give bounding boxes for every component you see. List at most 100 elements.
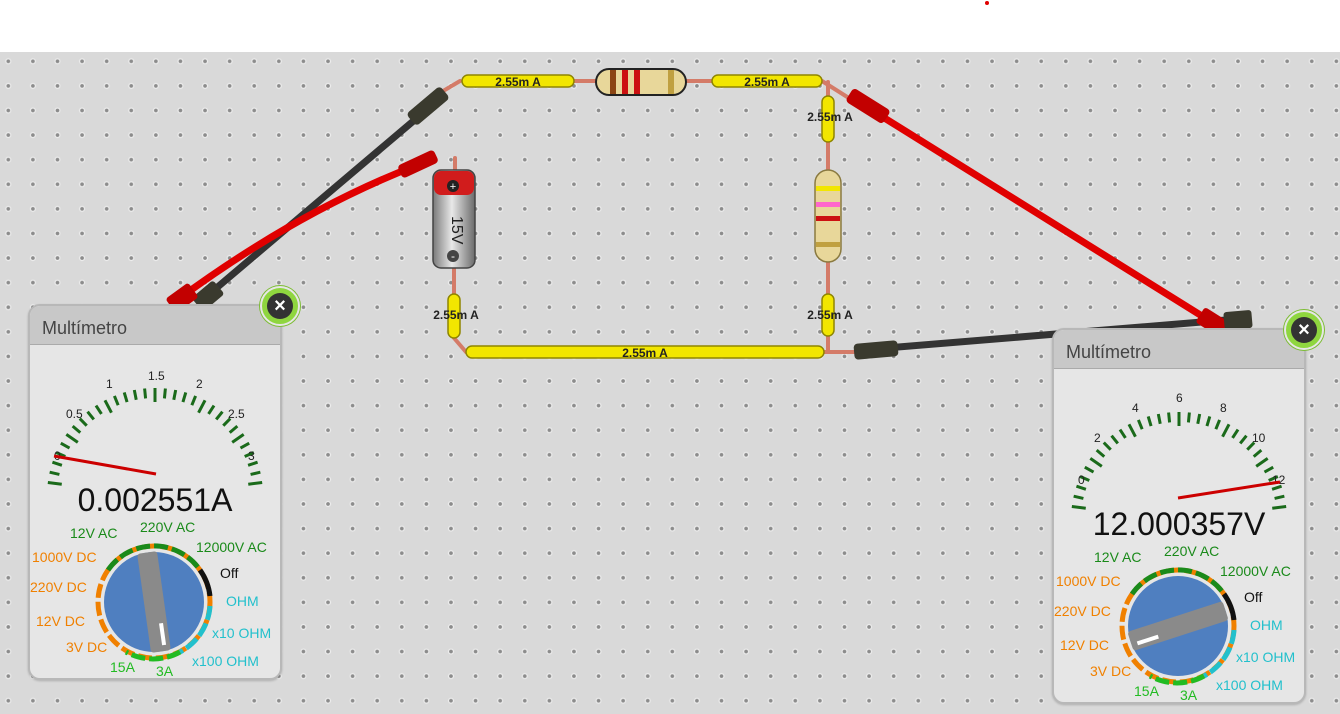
dial-tick: [1089, 457, 1103, 468]
battery-voltage: 15V: [448, 216, 465, 245]
dial-tick: [1137, 419, 1144, 430]
range-label[interactable]: 12V DC: [1060, 637, 1109, 653]
dial-tick: [1221, 423, 1231, 438]
close-multimeter-button[interactable]: ×: [260, 286, 300, 326]
range-label[interactable]: 15A: [1134, 683, 1160, 699]
scale-label: 3: [248, 449, 255, 463]
probe-cable-black[interactable]: [203, 108, 428, 300]
dial-tick: [162, 388, 167, 399]
dial-tick: [71, 424, 82, 434]
range-label[interactable]: OHM: [1250, 617, 1283, 633]
dial-tick: [181, 392, 188, 403]
range-label[interactable]: 12V DC: [36, 613, 85, 629]
wire-current-label: 2.55m A: [495, 75, 541, 89]
scale-label: 10: [1252, 431, 1266, 445]
scale-label: 2.5: [228, 407, 245, 421]
multimeter-right[interactable]: Multímetro 0 2 4 6 8 10 12 1000V DC 220V…: [1052, 328, 1306, 704]
range-label[interactable]: 220V DC: [30, 579, 87, 595]
battery-minus: -: [451, 249, 455, 263]
probe-cable-red[interactable]: [176, 160, 424, 302]
meter-reading: 0.002551A: [77, 482, 233, 518]
dial-tick: [1156, 413, 1162, 425]
dial-tick: [172, 389, 178, 401]
battery[interactable]: + - 15V: [432, 169, 476, 269]
dial-tick: [1073, 494, 1084, 500]
dial-tick: [1110, 434, 1119, 445]
dial-tick: [239, 441, 250, 450]
dial-tick: [49, 470, 60, 476]
scale-label: 0: [1078, 473, 1085, 487]
multimeter-left[interactable]: Multímetro 0 0.5 1 1.5 2 2.5 3 1000V DC …: [28, 304, 282, 680]
range-label[interactable]: x10 OHM: [212, 625, 271, 641]
close-multimeter-button[interactable]: ×: [1284, 310, 1324, 350]
range-label[interactable]: 12000V AC: [196, 539, 267, 555]
dial-tick: [143, 388, 148, 399]
range-label[interactable]: 12V AC: [1094, 549, 1141, 565]
range-label[interactable]: Off: [220, 565, 239, 581]
dial-tick: [1239, 434, 1248, 445]
wire-current-label: 2.55m A: [744, 75, 790, 89]
scale-label: 4: [1132, 401, 1139, 415]
dial-tick: [65, 433, 79, 444]
dial-tick: [60, 441, 71, 450]
dial-tick: [1095, 448, 1106, 458]
range-label[interactable]: 220V DC: [1054, 603, 1111, 619]
range-label[interactable]: OHM: [226, 593, 259, 609]
wire-current-label: 2.55m A: [807, 308, 853, 322]
probe-cable-red[interactable]: [858, 100, 1222, 330]
dial-tick: [1196, 413, 1202, 425]
meter-needle: [1177, 480, 1281, 500]
scale-label: 1: [106, 377, 113, 391]
dial-tick: [103, 399, 113, 414]
range-label[interactable]: 1000V DC: [1056, 573, 1121, 589]
dial-tick: [1167, 412, 1172, 423]
range-label[interactable]: 3V DC: [66, 639, 107, 655]
dial-tick: [1252, 448, 1263, 458]
range-label[interactable]: x10 OHM: [1236, 649, 1295, 665]
scale-label: 0.5: [66, 407, 83, 421]
meter-needle: [53, 454, 157, 476]
range-label[interactable]: 3A: [156, 663, 174, 678]
range-selector[interactable]: [95, 543, 213, 662]
range-label[interactable]: x100 OHM: [1216, 677, 1283, 693]
dial-tick: [1255, 457, 1269, 468]
dial-tick: [1231, 428, 1240, 439]
dial-tick: [231, 433, 245, 444]
scale-label: 6: [1176, 391, 1183, 405]
scale-label: 2: [1094, 431, 1101, 445]
battery-plus: +: [450, 181, 456, 193]
range-label[interactable]: 3V DC: [1090, 663, 1131, 679]
dial-tick: [228, 424, 239, 434]
resistor-horizontal[interactable]: [595, 68, 687, 96]
dial-tick: [1084, 465, 1095, 474]
dial-tick: [1186, 412, 1191, 423]
wire-current-label: 2.55m A: [807, 110, 853, 124]
dial-tick: [207, 404, 216, 415]
dial-tick: [190, 395, 197, 406]
dial-tick: [1102, 441, 1112, 451]
range-label[interactable]: 1000V DC: [32, 549, 97, 565]
probe-plug[interactable]: [165, 86, 1253, 360]
wire-current-label: 2.55m A: [622, 346, 668, 360]
range-label[interactable]: Off: [1244, 589, 1263, 605]
range-label[interactable]: 220V AC: [1164, 543, 1219, 559]
dial-tick: [122, 392, 129, 403]
range-label[interactable]: 12000V AC: [1220, 563, 1291, 579]
dial-tick: [250, 470, 261, 476]
range-label[interactable]: 220V AC: [140, 519, 195, 535]
dial-tick: [1274, 494, 1285, 500]
dial-tick: [94, 404, 103, 415]
range-label[interactable]: x100 OHM: [192, 653, 259, 669]
wire-current-label: 2.55m A: [433, 308, 479, 322]
range-selector[interactable]: [1119, 567, 1237, 686]
scale-label: 1.5: [148, 369, 165, 383]
dial-tick: [197, 399, 207, 414]
dial-tick: [132, 389, 138, 401]
close-icon: ×: [1291, 317, 1317, 343]
range-label[interactable]: 12V AC: [70, 525, 117, 541]
range-label[interactable]: 15A: [110, 659, 136, 675]
range-label[interactable]: 3A: [1180, 687, 1198, 702]
dial-tick: [1263, 465, 1274, 474]
dial-tick: [86, 410, 95, 421]
resistor-vertical[interactable]: [814, 169, 842, 263]
